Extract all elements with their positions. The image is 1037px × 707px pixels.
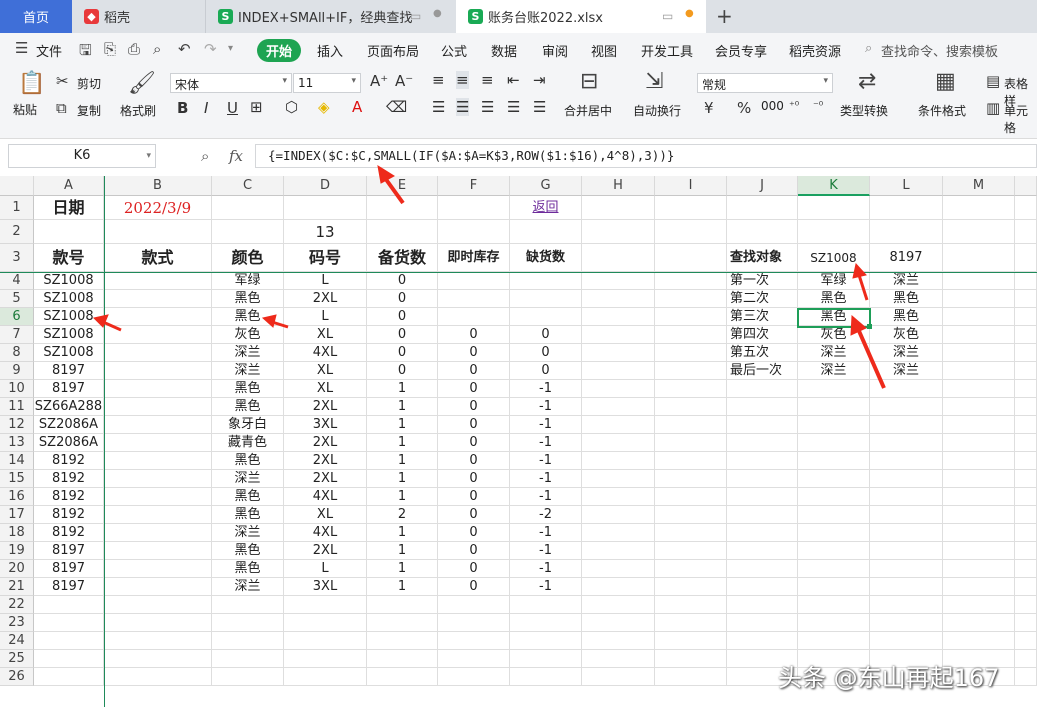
arrow-to-k6 [850,314,886,389]
watermark: 头条 @东山再起167 [778,664,1000,692]
arrow-to-k3 [852,262,869,301]
arrow-to-c6 [261,314,289,329]
annotation-arrows [92,164,886,389]
arrow-to-a6 [92,314,122,332]
arrow-to-formula [377,164,405,205]
